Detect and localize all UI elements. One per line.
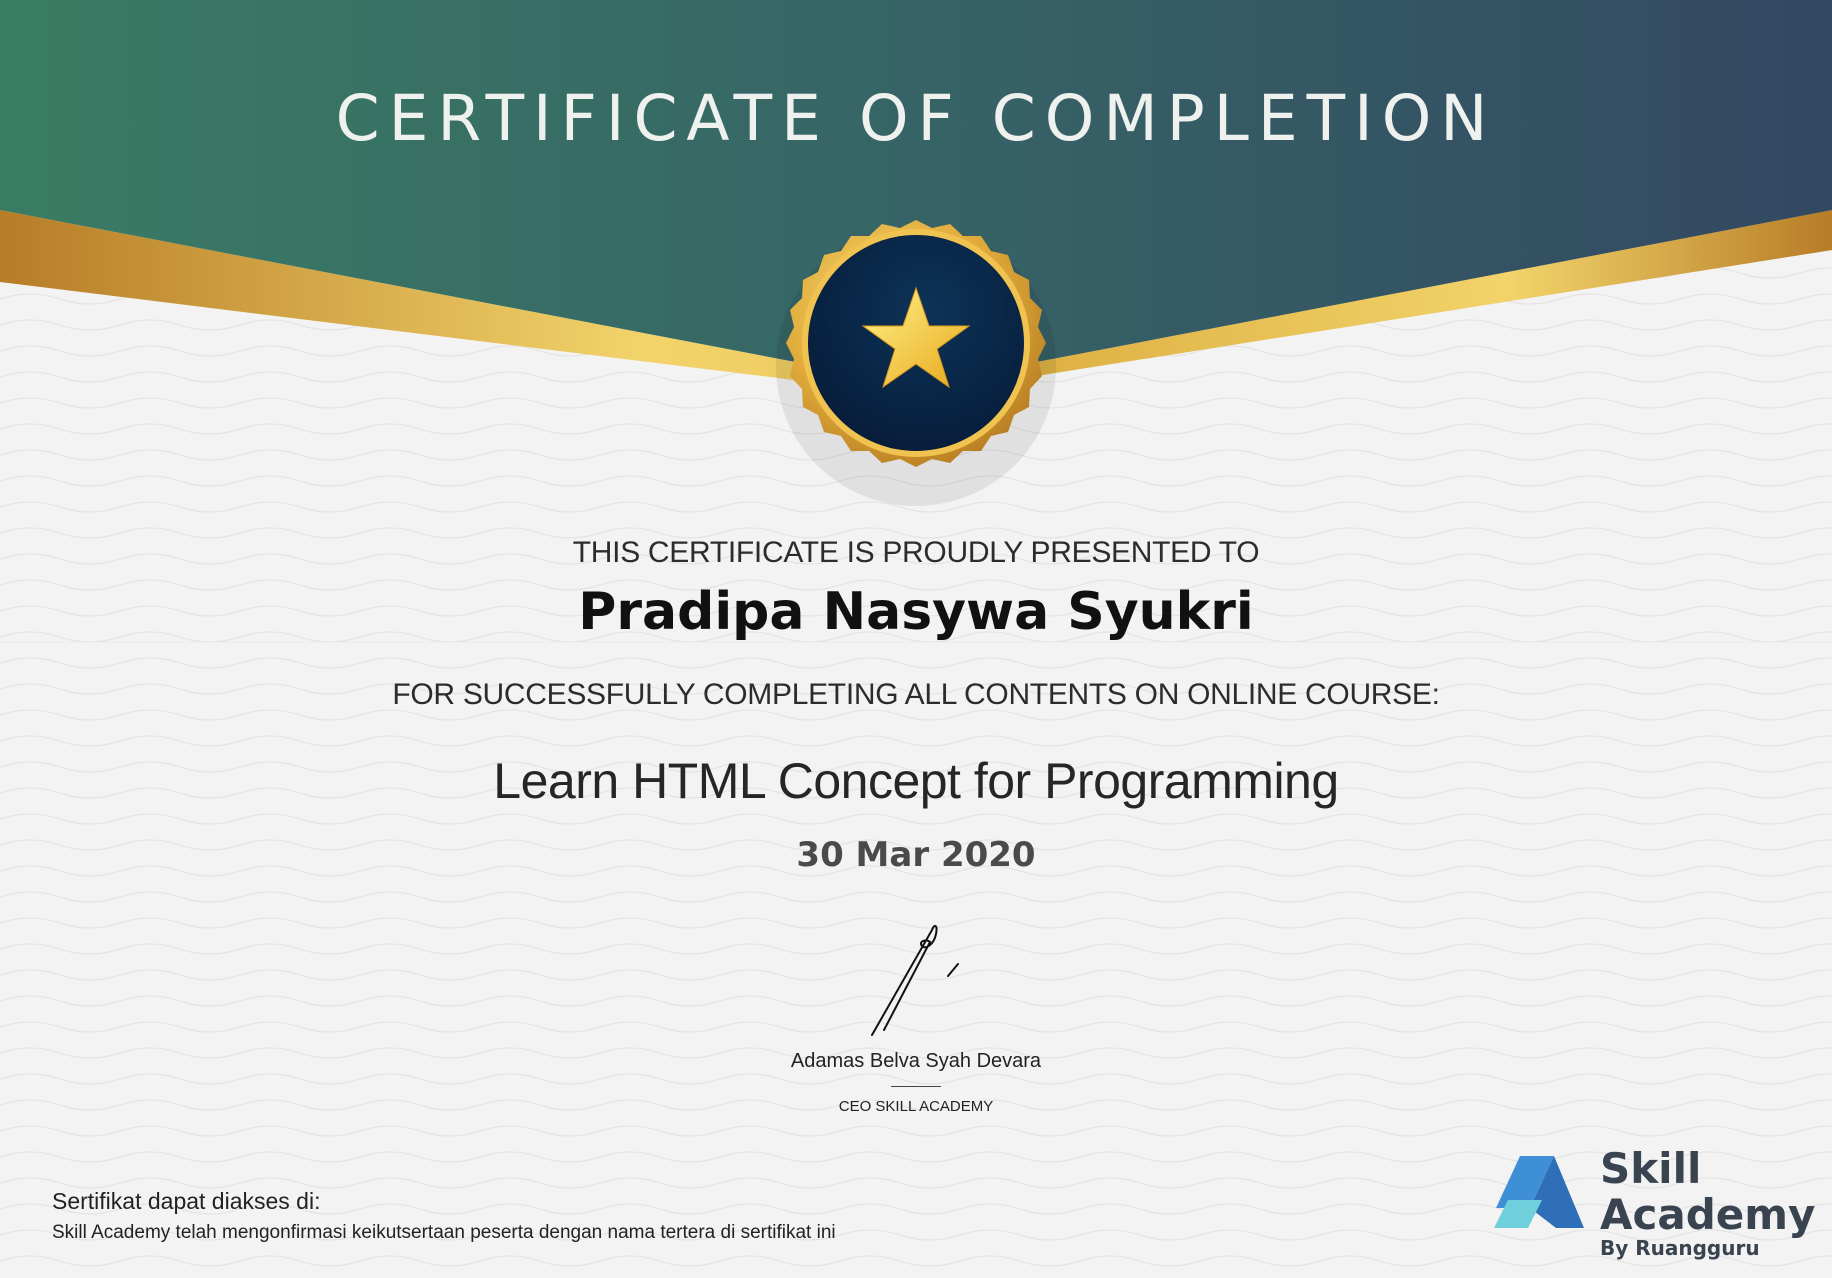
signature-icon [871, 924, 959, 1036]
logo-word-skill: Skill [1600, 1144, 1702, 1193]
recipient-name: Pradipa Nasywa Syukri [578, 582, 1254, 642]
certificate-page: CERTIFICATE OF COMPLETION THIS CERTIFICA… [0, 0, 1832, 1278]
certificate-title: CERTIFICATE OF COMPLETION [335, 82, 1497, 155]
presented-to-label: THIS CERTIFICATE IS PROUDLY PRESENTED TO [572, 536, 1260, 569]
course-title: Learn HTML Concept for Programming [493, 753, 1339, 809]
skill-academy-logo-icon [1494, 1156, 1584, 1228]
signatory-role: CEO SKILL ACADEMY [838, 1098, 994, 1115]
logo-tagline: By Ruangguru [1600, 1236, 1760, 1260]
completion-label: FOR SUCCESSFULLY COMPLETING ALL CONTENTS… [392, 678, 1440, 711]
access-label: Sertifikat dapat diakses di: [52, 1188, 321, 1214]
completion-date: 30 Mar 2020 [796, 835, 1036, 875]
logo-word-academy: Academy [1600, 1190, 1816, 1239]
signatory-name: Adamas Belva Syah Devara [790, 1050, 1042, 1072]
verification-note: Skill Academy telah mengonfirmasi keikut… [52, 1222, 836, 1243]
star-medal-icon [776, 220, 1056, 506]
signature-divider [891, 1086, 941, 1087]
